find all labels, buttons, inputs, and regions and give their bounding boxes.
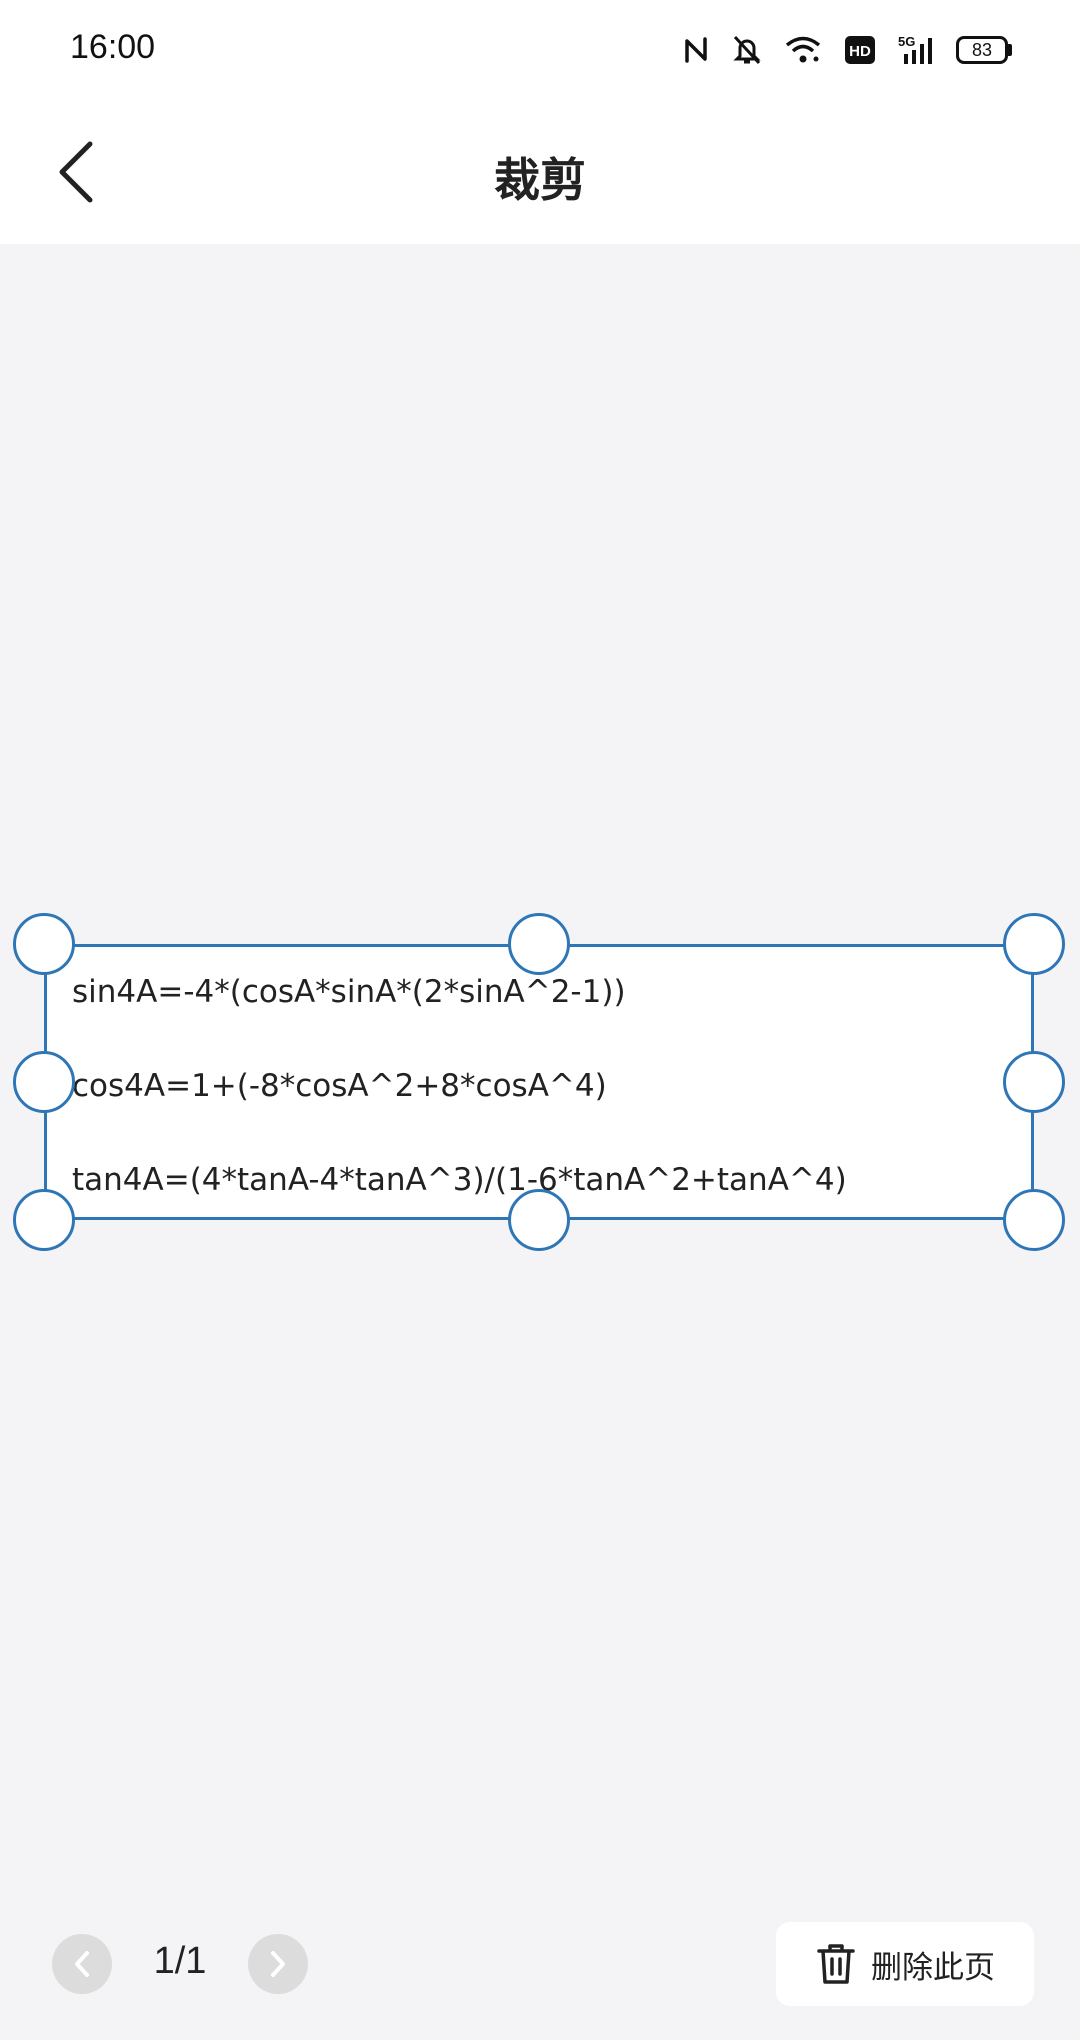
status-icons: HD 5G 83 bbox=[682, 28, 1012, 72]
nav-bar: 裁剪 bbox=[0, 100, 1080, 244]
crop-handle-left[interactable] bbox=[13, 1051, 75, 1113]
next-page-button[interactable] bbox=[248, 1934, 308, 1994]
crop-handle-top-right[interactable] bbox=[1003, 913, 1065, 975]
crop-handle-bottom-right[interactable] bbox=[1003, 1189, 1065, 1251]
previous-page-button[interactable] bbox=[52, 1934, 112, 1994]
trash-icon bbox=[817, 1944, 855, 1984]
delete-page-button[interactable]: 删除此页 bbox=[776, 1922, 1034, 2006]
svg-text:HD: HD bbox=[849, 43, 871, 60]
chevron-left-icon bbox=[75, 1951, 89, 1977]
crop-handle-bottom[interactable] bbox=[508, 1189, 570, 1251]
crop-stage: sin4A=-4*(cosA*sinA*(2*sinA^2-1)) cos4A=… bbox=[0, 244, 1080, 1904]
status-bar: 16:00 HD 5G 83 bbox=[0, 0, 1080, 100]
crop-frame[interactable] bbox=[44, 944, 1034, 1220]
signal-5g-icon: 5G bbox=[898, 34, 934, 66]
wifi-icon bbox=[784, 35, 822, 65]
status-time: 16:00 bbox=[70, 28, 156, 66]
page-title: 裁剪 bbox=[494, 153, 586, 207]
svg-text:5G: 5G bbox=[898, 34, 915, 49]
crop-handle-top[interactable] bbox=[508, 913, 570, 975]
crop-handle-bottom-left[interactable] bbox=[13, 1189, 75, 1251]
crop-handle-right[interactable] bbox=[1003, 1051, 1065, 1113]
battery-icon: 83 bbox=[956, 36, 1012, 64]
nfc-icon bbox=[682, 35, 710, 65]
bell-muted-icon bbox=[732, 34, 762, 66]
battery-level: 83 bbox=[956, 36, 1008, 64]
delete-page-label: 删除此页 bbox=[871, 1949, 995, 1986]
chevron-right-icon bbox=[271, 1951, 285, 1977]
crop-handle-top-left[interactable] bbox=[13, 913, 75, 975]
hd-icon: HD bbox=[844, 35, 876, 65]
page-indicator: 1/1 bbox=[153, 1940, 207, 1982]
